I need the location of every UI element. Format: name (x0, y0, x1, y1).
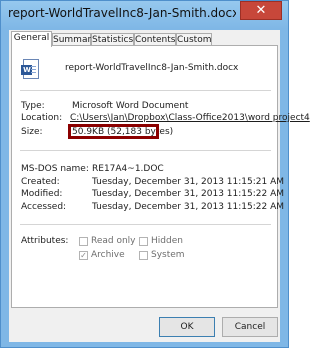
general-tab-panel: W report-WorldTravelInc8-Jan-Smith.docx … (11, 45, 310, 308)
read-only-checkbox[interactable] (79, 237, 88, 246)
location-value[interactable]: C:\Users\Jan\Dropbox\Class-Office2013\wo… (70, 113, 310, 123)
title-bar[interactable]: report-WorldTravelInc8-Jan-Smith.docx Pr… (1, 1, 288, 29)
dialog-client-area: General Summary Statistics Contents Cust… (9, 30, 310, 342)
separator (20, 150, 271, 151)
hidden-label: Hidden (151, 236, 183, 246)
system-checkbox[interactable] (139, 251, 148, 260)
system-label: System (151, 250, 185, 260)
archive-checkbox[interactable]: ✓ (79, 251, 88, 260)
checkmark-icon: ✓ (80, 251, 87, 260)
attributes-label: Attributes: (21, 236, 69, 246)
msdos-name-value: RE17A4~1.DOC (92, 164, 164, 174)
cancel-button[interactable]: Cancel (222, 317, 278, 337)
ok-button[interactable]: OK (159, 317, 215, 337)
accessed-label: Accessed: (21, 202, 67, 212)
created-label: Created: (21, 177, 60, 187)
word-document-icon: W (21, 59, 39, 79)
archive-label: Archive (91, 250, 125, 260)
msdos-name-label: MS-DOS name: (21, 164, 89, 174)
close-button[interactable]: ✕ (240, 1, 282, 20)
window-title: report-WorldTravelInc8-Jan-Smith.docx Pr… (8, 6, 236, 20)
filename-field[interactable]: report-WorldTravelInc8-Jan-Smith.docx (65, 63, 238, 73)
size-highlight-box (68, 124, 159, 139)
read-only-label: Read only (91, 236, 136, 246)
accessed-value: Tuesday, December 31, 2013 11:15:22 AM (92, 202, 285, 212)
created-value: Tuesday, December 31, 2013 11:15:21 AM (92, 177, 285, 187)
type-value: Microsoft Word Document (72, 101, 189, 111)
tab-general[interactable]: General (11, 31, 52, 47)
properties-window: report-WorldTravelInc8-Jan-Smith.docx Pr… (0, 0, 310, 348)
size-label: Size: (21, 127, 43, 137)
modified-value: Tuesday, December 31, 2013 11:15:22 AM (92, 189, 285, 199)
separator (20, 90, 271, 91)
hidden-checkbox[interactable] (139, 237, 148, 246)
type-label: Type: (21, 101, 45, 111)
modified-label: Modified: (21, 189, 63, 199)
separator (20, 224, 271, 225)
location-label: Location: (21, 113, 63, 123)
